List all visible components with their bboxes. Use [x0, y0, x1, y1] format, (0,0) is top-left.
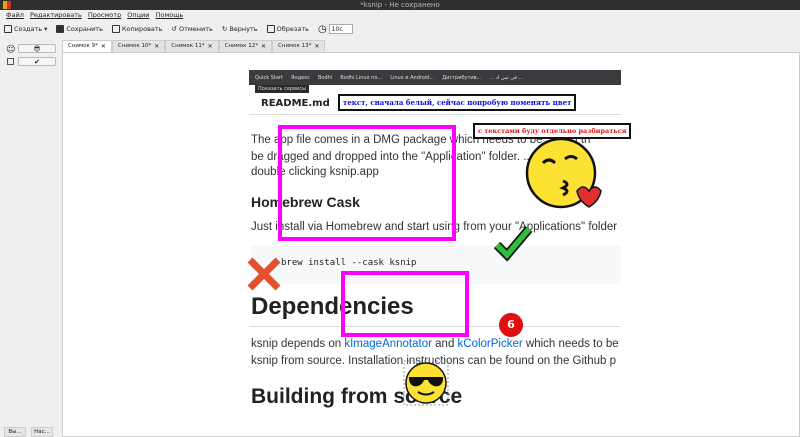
close-icon[interactable]: ✕: [154, 41, 159, 52]
crop-label: Обрезать: [276, 25, 309, 33]
tab-label: Снимок 11*: [171, 43, 205, 49]
new-button[interactable]: Создать ▾: [4, 25, 47, 33]
tool-panel: ☺ 😎 ✔ Вы... Нас...: [0, 37, 62, 437]
app-icon: [3, 1, 11, 9]
rectangle-annotation[interactable]: [278, 125, 456, 241]
tab-bar: Снимок 9* ✕ Снимок 10* ✕ Снимок 11* ✕ Снимо…: [62, 40, 326, 52]
toolbar: Создать ▾ Сохранить Копировать ↺ Отменить …: [0, 21, 800, 37]
tab-label: Снимок 9*: [68, 43, 98, 49]
dropdown-icon[interactable]: ▾: [44, 25, 47, 33]
tooltip: Показать сервисы: [255, 85, 309, 93]
check-selector[interactable]: ✔: [18, 57, 56, 66]
close-icon[interactable]: ✕: [261, 41, 266, 52]
tab-snapshot-11[interactable]: Снимок 11* ✕: [165, 40, 219, 52]
text: and: [431, 338, 458, 350]
kiss-emoji-sticker[interactable]: [523, 133, 613, 218]
close-icon[interactable]: ✕: [101, 41, 106, 52]
undo-label: Отменить: [178, 25, 213, 33]
link-kimageannotator[interactable]: kImageAnnotator: [344, 338, 432, 350]
menu-edit[interactable]: Редактировать: [30, 10, 82, 21]
cross-sticker[interactable]: [245, 255, 283, 293]
menu-bar: Файл Редактировать Просмотр Опции Помощь: [0, 10, 800, 21]
tab-label: Снимок 13*: [278, 43, 312, 49]
menu-options[interactable]: Опции: [127, 10, 149, 21]
delay-spinbox[interactable]: 10c: [328, 24, 353, 34]
rectangle-annotation[interactable]: [341, 271, 469, 337]
tab-snapshot-13[interactable]: Снимок 13* ✕: [272, 40, 326, 52]
link-kcolorpicker[interactable]: kColorPicker: [458, 338, 523, 350]
sticker-selector[interactable]: 😎: [18, 44, 56, 53]
undo-button[interactable]: ↺ Отменить: [172, 25, 213, 33]
undo-icon: ↺: [171, 25, 177, 33]
cool-emoji-sticker[interactable]: [401, 358, 451, 408]
copy-label: Копировать: [121, 25, 163, 33]
redo-label: Вернуть: [229, 25, 258, 33]
bookmark: Bodhi Linux по...: [340, 74, 383, 81]
bookmark: Linux и Android...: [390, 74, 435, 81]
tab-snapshot-9[interactable]: Снимок 9* ✕: [62, 40, 112, 52]
code-text: brew install --cask ksnip: [281, 258, 417, 268]
checkmark-sticker[interactable]: [493, 223, 533, 263]
menu-file[interactable]: Файл: [6, 10, 24, 21]
tab-label: Снимок 12*: [224, 43, 258, 49]
title-bar: *ksnip - Не сохранено: [0, 0, 800, 10]
divider: [249, 114, 621, 115]
clock-icon: ◷: [317, 23, 327, 35]
tab-select[interactable]: Вы...: [4, 427, 26, 437]
delay-control: ◷ 10c: [318, 24, 353, 35]
bookmark: Quick Start: [255, 74, 283, 81]
menu-view[interactable]: Просмотр: [88, 10, 121, 21]
copy-icon: [111, 25, 120, 33]
sticker-tool-icon[interactable]: ☺: [6, 45, 15, 55]
annotation-canvas[interactable]: Quick Start Яндекс Bodhi Bodhi Linux по.…: [62, 52, 800, 437]
bookmark: ... في تس اذ ...: [489, 74, 524, 81]
copy-button[interactable]: Копировать: [111, 25, 163, 33]
crop-button[interactable]: Обрезать: [266, 25, 309, 33]
browser-bookmarks-bar: Quick Start Яндекс Bodhi Bodhi Linux по.…: [249, 70, 621, 85]
bookmark: Bodhi: [318, 74, 333, 81]
save-button[interactable]: Сохранить: [56, 25, 103, 33]
new-icon: [4, 25, 12, 33]
text: which needs to be: [522, 338, 619, 350]
save-icon: [56, 25, 65, 33]
tab-snapshot-12[interactable]: Снимок 12* ✕: [218, 40, 273, 52]
bookmark: Дистрибутив...: [442, 74, 482, 81]
tab-snapshot-10[interactable]: Снимок 10* ✕: [111, 40, 166, 52]
redo-icon: ↻: [221, 25, 228, 33]
readme-title: README.md: [261, 98, 330, 109]
text-annotation-blue[interactable]: текст, сначала белый, сейчас попробую по…: [338, 94, 577, 111]
number-badge[interactable]: 6: [499, 313, 523, 337]
new-label: Создать: [14, 25, 43, 33]
bookmark: Яндекс: [290, 74, 310, 81]
redo-button[interactable]: ↻ Вернуть: [222, 25, 258, 33]
save-label: Сохранить: [66, 25, 103, 33]
close-icon[interactable]: ✕: [208, 41, 213, 52]
rect-tool-icon[interactable]: [7, 58, 14, 65]
text: ksnip depends on: [251, 338, 345, 350]
crop-icon: [266, 25, 275, 33]
menu-help[interactable]: Помощь: [155, 10, 183, 21]
window-title: *ksnip - Не сохранено: [360, 1, 440, 9]
tab-settings[interactable]: Нас...: [31, 427, 53, 437]
tab-label: Снимок 10*: [117, 43, 152, 49]
close-icon[interactable]: ✕: [314, 41, 319, 52]
